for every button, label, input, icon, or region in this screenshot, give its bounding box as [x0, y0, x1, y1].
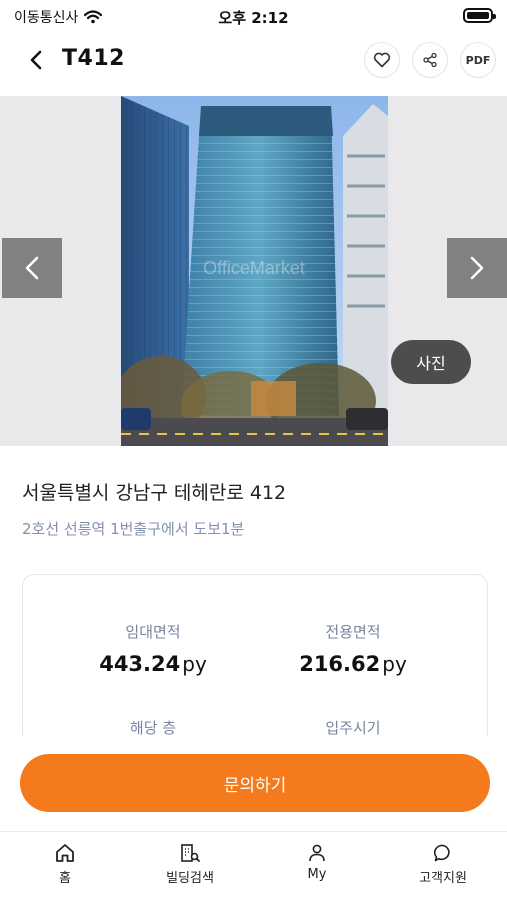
tab-label: 홈	[59, 871, 71, 886]
stat-value: 216.62 py	[253, 652, 453, 676]
person-icon	[309, 844, 325, 862]
status-time: 오후 2:12	[218, 9, 289, 27]
gallery-prev-button[interactable]	[2, 238, 62, 298]
battery-icon	[463, 8, 496, 23]
stat-exclusive-area: 전용면적 216.62 py	[253, 621, 453, 676]
station-info: 2호선 선릉역 1번출구에서 도보1분	[22, 520, 245, 538]
chevron-left-icon	[30, 50, 42, 70]
page-title: T412	[62, 46, 125, 71]
stat-label: 전용면적	[325, 623, 381, 641]
bottom-tab-bar: 홈 빌딩검색 My 고객지원	[0, 831, 507, 900]
stat-move-in: 입주시기	[253, 717, 453, 738]
heart-icon	[373, 52, 391, 68]
building-address: 서울특별시 강남구 테헤란로 412	[22, 482, 287, 504]
tab-label: 빌딩검색	[166, 871, 214, 886]
gallery-next-button[interactable]	[447, 238, 507, 298]
stat-unit: py	[382, 652, 407, 676]
stat-label: 해당 층	[129, 719, 177, 737]
tab-my[interactable]: My	[272, 842, 362, 882]
like-button[interactable]	[364, 42, 400, 78]
stat-label: 입주시기	[325, 719, 381, 737]
inquiry-button[interactable]: 문의하기	[20, 754, 490, 812]
building-illustration: OfficeMarket	[121, 96, 388, 446]
building-photo: OfficeMarket	[121, 96, 388, 446]
stat-unit: py	[182, 652, 207, 676]
back-button[interactable]	[20, 44, 52, 76]
stat-floor: 해당 층	[53, 717, 253, 738]
tab-building-search[interactable]: 빌딩검색	[145, 842, 235, 886]
cta-bar: 문의하기	[0, 736, 507, 830]
chat-icon	[433, 844, 450, 862]
home-icon	[56, 844, 74, 862]
chevron-left-icon	[25, 256, 39, 280]
pdf-button[interactable]: PDF	[460, 42, 496, 78]
photo-watermark: OfficeMarket	[203, 258, 305, 278]
building-search-icon	[181, 844, 200, 862]
share-icon	[423, 52, 437, 68]
photo-gallery: OfficeMarket 사진	[0, 96, 507, 446]
chevron-right-icon	[470, 256, 484, 280]
stat-lease-area: 임대면적 443.24 py	[53, 621, 253, 676]
top-header: T412 PDF	[0, 34, 507, 86]
building-info-card: 임대면적 443.24 py 전용면적 216.62 py 해당 층 입주시기	[22, 574, 488, 744]
tab-home[interactable]: 홈	[20, 842, 110, 886]
share-button[interactable]	[412, 42, 448, 78]
tab-label: 고객지원	[419, 871, 467, 886]
stat-number: 216.62	[299, 652, 381, 676]
status-bar: 이동통신사 오후 2:12	[0, 0, 507, 32]
stat-value: 443.24 py	[53, 652, 253, 676]
stat-label: 임대면적	[125, 623, 181, 641]
stat-number: 443.24	[99, 652, 181, 676]
tab-support[interactable]: 고객지원	[398, 842, 488, 886]
photo-view-button[interactable]: 사진	[391, 340, 471, 384]
tab-label: My	[307, 867, 327, 882]
